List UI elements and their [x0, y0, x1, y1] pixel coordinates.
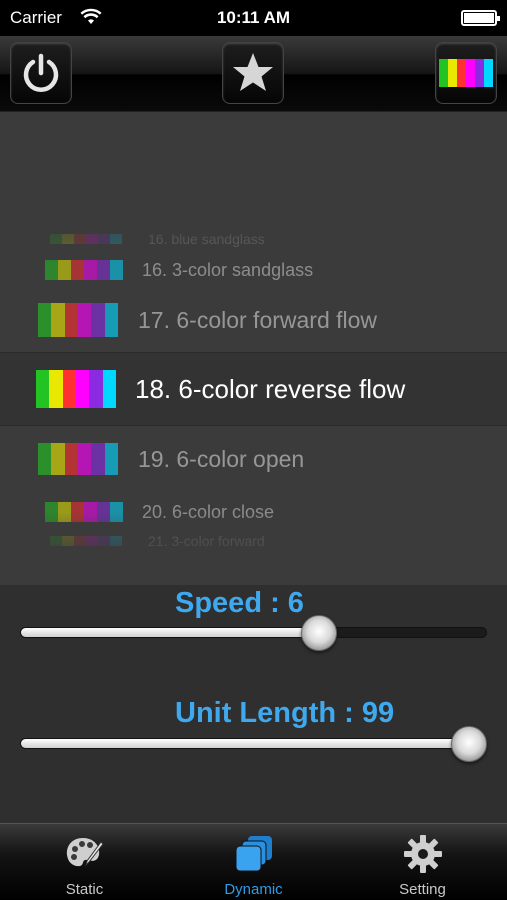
effect-item-label: 18. 6-color reverse flow — [135, 374, 406, 405]
effect-item[interactable]: 16. blue sandglass — [0, 230, 507, 247]
effect-item-label: 16. blue sandglass — [148, 230, 265, 247]
speed-slider[interactable] — [20, 627, 487, 638]
top-toolbar — [0, 36, 507, 112]
effect-item-label: 16. 3-color sandglass — [142, 259, 314, 280]
tab-dynamic[interactable]: Dynamic — [169, 824, 338, 900]
effect-item-label: 20. 6-color close — [142, 501, 275, 522]
favorite-button[interactable] — [222, 42, 284, 104]
effect-preview-icon — [50, 234, 122, 244]
status-time: 10:11 AM — [216, 8, 291, 27]
status-bar: Carrier 10:11 AM — [0, 0, 507, 36]
effect-item-label: 21. 3-color forward — [148, 532, 265, 549]
tab-setting-label: Setting — [399, 881, 446, 898]
unit-length-slider-fill — [21, 739, 470, 748]
effect-preview-icon — [38, 443, 118, 475]
effect-item[interactable]: 20. 6-color close — [0, 500, 507, 524]
slider-panel: Speed : 6 Unit Length : 99 — [0, 585, 507, 823]
effect-preview-icon — [38, 303, 118, 337]
effect-preview-icon — [50, 536, 122, 546]
effect-item-label: 17. 6-color forward flow — [138, 306, 378, 333]
effect-preview-icon — [45, 260, 123, 280]
effect-preview-icon — [36, 370, 116, 408]
effect-item[interactable]: 19. 6-color open — [0, 440, 507, 478]
tab-static[interactable]: Static — [0, 824, 169, 900]
unit-length-slider-thumb[interactable] — [451, 726, 487, 762]
gear-icon — [403, 835, 442, 873]
tab-setting[interactable]: Setting — [338, 824, 507, 900]
speed-slider-thumb[interactable] — [301, 615, 338, 651]
effect-item[interactable]: 21. 3-color forward — [0, 532, 507, 549]
tab-bar: Static Dynamic Setting — [0, 823, 507, 900]
effect-item-label: 19. 6-color open — [138, 445, 305, 472]
effect-preview-icon — [45, 502, 123, 522]
unit-length-slider[interactable] — [20, 738, 487, 749]
effect-picker[interactable]: 16. blue sandglass 16. 3-color sandglass 1… — [0, 112, 507, 585]
speed-label: Speed : 6 — [175, 587, 304, 619]
tab-static-label: Static — [65, 881, 104, 898]
unit-length-label: Unit Length : 99 — [175, 697, 395, 729]
power-icon — [23, 53, 59, 92]
power-button[interactable] — [10, 42, 72, 104]
battery-icon — [461, 10, 500, 26]
palette-icon — [66, 838, 104, 867]
mode-button[interactable] — [435, 42, 497, 104]
rainbow-strip-icon — [439, 59, 493, 87]
star-icon — [233, 53, 273, 91]
effect-item[interactable]: 17. 6-color forward flow — [0, 300, 507, 340]
speed-slider-fill — [21, 628, 321, 637]
effect-item-selected[interactable]: 18. 6-color reverse flow — [0, 367, 507, 411]
layers-icon — [235, 836, 272, 872]
tab-dynamic-label: Dynamic — [224, 881, 283, 898]
effect-item[interactable]: 16. 3-color sandglass — [0, 257, 507, 283]
